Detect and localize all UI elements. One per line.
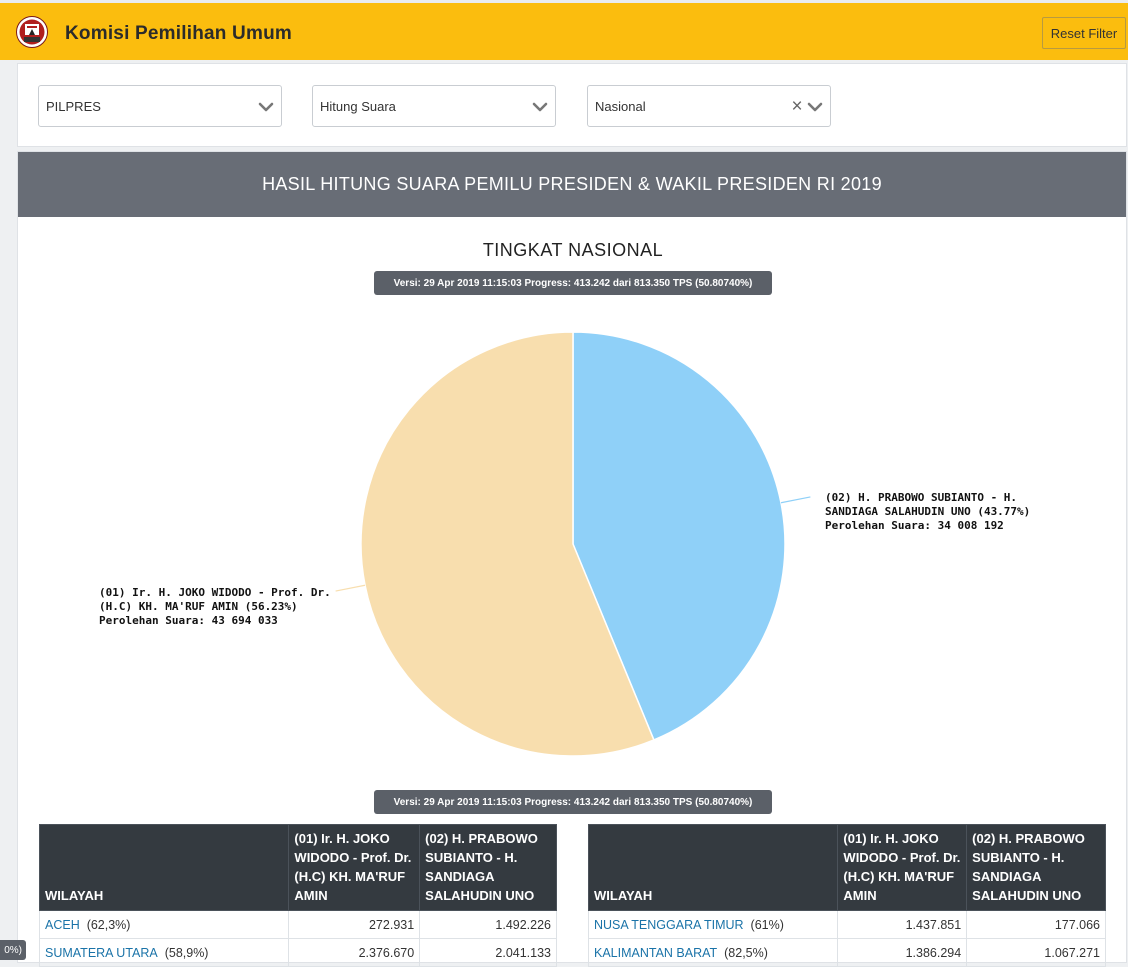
- election-type-value: PILPRES: [46, 99, 101, 114]
- slice-label-02-line2: SANDIAGA SALAHUDIN UNO (43.77%): [825, 505, 1031, 518]
- region-percent: (62,3%): [86, 918, 131, 932]
- region-cell: NUSA TENGGARA TIMUR (61%): [587, 910, 839, 939]
- region-link[interactable]: ACEH: [45, 918, 80, 932]
- slice-label-02: (02) H. PRABOWO SUBIANTO - H. SANDIAGA S…: [825, 491, 1030, 533]
- table-row: KALIMANTAN BARAT (82,5%) 1.386.294 1.067…: [587, 938, 1106, 967]
- votes-01-cell: 1.386.294: [837, 938, 968, 967]
- app-title: Komisi Pemilihan Umum: [65, 23, 292, 44]
- region-percent: (58,9%): [164, 946, 209, 960]
- chevron-down-icon: [807, 102, 823, 112]
- votes-02-cell: 1.067.271: [966, 938, 1106, 967]
- region-select[interactable]: Nasional ×: [587, 85, 831, 127]
- region-link[interactable]: KALIMANTAN BARAT: [594, 946, 717, 960]
- table-row: NUSA TENGGARA TIMUR (61%) 1.437.851 177.…: [587, 910, 1106, 939]
- filter-bar: PILPRES Hitung Suara Nasional ×: [17, 63, 1127, 147]
- slice-label-02-line1: (02) H. PRABOWO SUBIANTO - H.: [825, 491, 1018, 504]
- region-cell: SUMATERA UTARA (58,9%): [38, 938, 290, 967]
- votes-01-cell: 1.437.851: [837, 910, 968, 939]
- results-table-left: WILAYAH (01) Ir. H. JOKO WIDODO - Prof. …: [38, 824, 557, 967]
- chevron-down-icon: [258, 102, 274, 112]
- header-candidate-02: (02) H. PRABOWO SUBIANTO - H. SANDIAGA S…: [966, 824, 1106, 911]
- table-row: SUMATERA UTARA (58,9%) 2.376.670 2.041.1…: [38, 938, 557, 967]
- header-candidate-02: (02) H. PRABOWO SUBIANTO - H. SANDIAGA S…: [419, 824, 557, 911]
- top-navbar: Komisi Pemilihan Umum Reset Filter: [0, 0, 1128, 60]
- version-badge-bottom: Versi: 29 Apr 2019 11:15:03 Progress: 41…: [374, 790, 772, 814]
- count-mode-value: Hitung Suara: [320, 99, 396, 114]
- slice-label-01-line1: (01) Ir. H. JOKO WIDODO - Prof. Dr.: [99, 586, 331, 599]
- election-type-select[interactable]: PILPRES: [38, 85, 282, 127]
- votes-02-cell: 2.041.133: [419, 938, 557, 967]
- region-cell: ACEH (62,3%): [38, 910, 290, 939]
- count-mode-select[interactable]: Hitung Suara: [312, 85, 556, 127]
- slice-label-01-votes: Perolehan Suara: 43 694 033: [99, 614, 278, 627]
- header-candidate-01: (01) Ir. H. JOKO WIDODO - Prof. Dr. (H.C…: [288, 824, 421, 911]
- votes-02-cell: 1.492.226: [419, 910, 557, 939]
- votes-01-cell: 272.931: [288, 910, 421, 939]
- clear-icon[interactable]: ×: [789, 97, 805, 116]
- progress-badge-edge: 0%): [0, 940, 26, 960]
- region-value: Nasional: [595, 99, 646, 114]
- table-header-row: WILAYAH (01) Ir. H. JOKO WIDODO - Prof. …: [587, 824, 1106, 911]
- table-row: ACEH (62,3%) 272.931 1.492.226: [38, 910, 557, 939]
- header-candidate-01: (01) Ir. H. JOKO WIDODO - Prof. Dr. (H.C…: [837, 824, 968, 911]
- region-percent: (82,5%): [724, 946, 768, 960]
- region-percent: (61%): [750, 918, 784, 932]
- slice-label-02-votes: Perolehan Suara: 34 008 192: [825, 519, 1004, 532]
- leader-line-02: [780, 496, 811, 504]
- header-region: WILAYAH: [38, 824, 290, 911]
- slice-label-01: (01) Ir. H. JOKO WIDODO - Prof. Dr. (H.C…: [99, 586, 331, 628]
- region-link[interactable]: NUSA TENGGARA TIMUR: [594, 918, 744, 932]
- slice-label-01-line2: (H.C) KH. MA'RUF AMIN (56.23%): [99, 600, 298, 613]
- results-panel: HASIL HITUNG SUARA PEMILU PRESIDEN & WAK…: [17, 151, 1127, 967]
- region-cell: KALIMANTAN BARAT (82,5%): [587, 938, 839, 967]
- reset-filter-button[interactable]: Reset Filter: [1042, 17, 1126, 49]
- header-region: WILAYAH: [587, 824, 839, 911]
- chevron-down-icon: [532, 102, 548, 112]
- kpu-logo: [16, 16, 48, 48]
- results-table-right: WILAYAH (01) Ir. H. JOKO WIDODO - Prof. …: [587, 824, 1106, 967]
- table-header-row: WILAYAH (01) Ir. H. JOKO WIDODO - Prof. …: [38, 824, 557, 911]
- pie-chart: [335, 331, 811, 757]
- leader-line-01: [335, 584, 366, 592]
- votes-02-cell: 177.066: [966, 910, 1106, 939]
- votes-01-cell: 2.376.670: [288, 938, 421, 967]
- region-link[interactable]: SUMATERA UTARA: [45, 946, 158, 960]
